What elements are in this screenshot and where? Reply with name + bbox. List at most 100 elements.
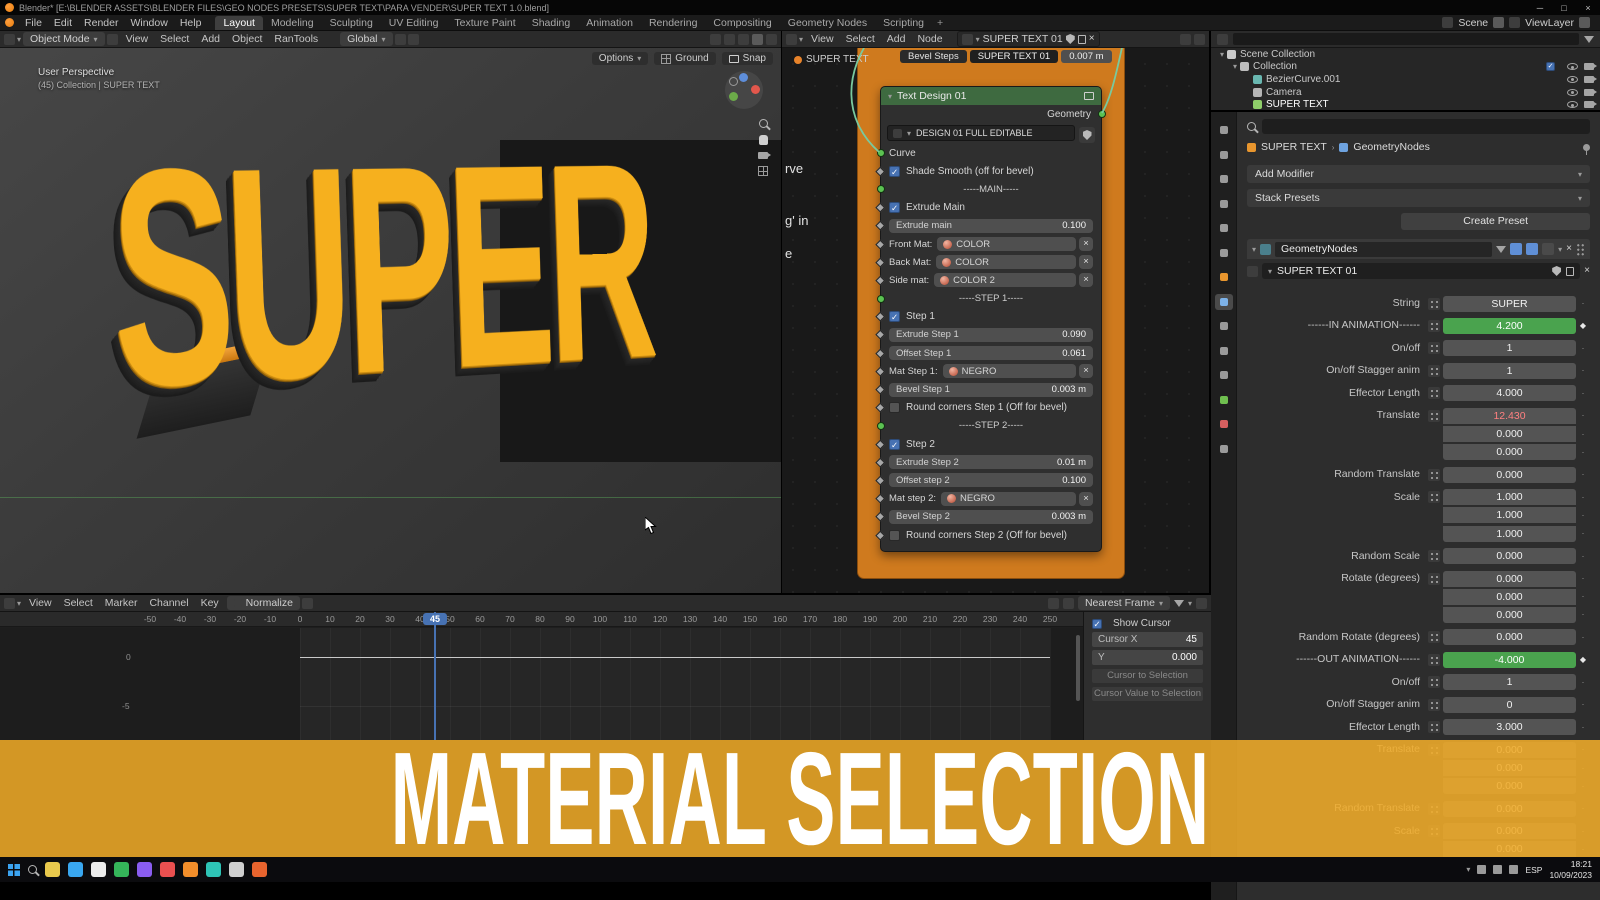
menu-node[interactable]: Node (911, 33, 948, 45)
realtime-toggle[interactable] (1526, 243, 1539, 255)
cursor-value-to-selection-button[interactable]: Cursor Value to Selection (1092, 687, 1203, 701)
fake-user-icon[interactable] (1552, 266, 1562, 276)
property-value-field[interactable]: 0.000 (1443, 444, 1576, 461)
attribute-toggle-icon[interactable] (1428, 387, 1440, 400)
outliner[interactable]: ▾ Scene Collection ▾ Collection ✓ BezierCurve… (1211, 31, 1600, 111)
text-object-3d[interactable]: SUPER (106, 105, 655, 453)
network-icon[interactable] (1477, 865, 1487, 874)
menu-help[interactable]: Help (174, 17, 208, 29)
property-value-field[interactable]: 0.000 (1443, 588, 1576, 605)
render-visibility-icon[interactable] (1584, 88, 1597, 96)
overlay-icon[interactable] (1196, 597, 1207, 609)
outliner-row-camera[interactable]: Camera (1211, 86, 1600, 99)
ground-button[interactable]: Ground (654, 52, 716, 65)
tool-icon[interactable] (106, 33, 118, 45)
properties-tab-render[interactable] (1215, 147, 1233, 163)
taskbar-app-icon[interactable] (206, 862, 221, 877)
snap-magnet-icon[interactable] (1062, 597, 1074, 609)
show-cursor-checkbox[interactable]: ✓ (1092, 618, 1102, 629)
remove-material-button[interactable]: × (1079, 273, 1093, 288)
taskbar-app-icon[interactable] (252, 862, 267, 877)
keyframe-decorator[interactable]: · (1576, 507, 1590, 524)
keyframe-decorator[interactable]: · (1576, 696, 1590, 713)
blender-menu-icon[interactable] (5, 18, 14, 27)
input-socket[interactable] (876, 294, 885, 303)
axis-neg-handle[interactable] (729, 77, 738, 86)
taskbar-app-icon[interactable] (183, 862, 198, 877)
delete-modifier-button[interactable]: × (1566, 244, 1572, 254)
node-row-step-1[interactable]: ✓ Step 1 (875, 308, 1101, 326)
attribute-toggle-icon[interactable] (1428, 653, 1440, 666)
keyframe-decorator[interactable]: · (1576, 340, 1590, 357)
modifier-header[interactable]: ▾ GeometryNodes ▾ × (1247, 239, 1590, 259)
property-value-field[interactable]: 1.000 (1443, 489, 1576, 506)
keyframe-decorator[interactable]: · (1576, 426, 1590, 443)
taskbar-app-icon[interactable] (68, 862, 83, 877)
snap-mode-dropdown[interactable]: Nearest Frame ▾ (1077, 596, 1170, 610)
workspace-tab-rendering[interactable]: Rendering (641, 16, 705, 30)
checkbox[interactable] (889, 529, 900, 541)
value-field[interactable]: Extrude Step 1 0.090 (889, 327, 1093, 342)
new-view-layer-button[interactable] (1579, 17, 1590, 28)
proportional-edit-icon[interactable] (1047, 597, 1059, 609)
checkbox[interactable] (889, 402, 900, 414)
menu-edit[interactable]: Edit (48, 17, 78, 29)
selectable-checkbox[interactable]: ✓ (1546, 62, 1555, 72)
node-row-round-corners-step-2-off-for-bevel[interactable]: Round corners Step 2 (Off for bevel) (875, 526, 1101, 544)
material-selector[interactable]: NEGRO (941, 491, 1076, 506)
current-frame-indicator[interactable]: 45 (423, 613, 447, 625)
clipped-node-group[interactable]: SUPER TEXT 01 (969, 50, 1059, 63)
workspace-tab-shading[interactable]: Shading (524, 16, 579, 30)
workspace-tab-compositing[interactable]: Compositing (705, 16, 779, 30)
text-design-node[interactable]: ▾ Text Design 01 Geometry ▾ DESIGN 01 FU… (875, 86, 1106, 552)
scene-name[interactable]: Scene (1458, 17, 1488, 29)
value-field[interactable]: Offset step 2 0.100 (889, 473, 1093, 488)
property-value-field[interactable]: 1.000 (1443, 507, 1576, 524)
keyframe-decorator[interactable]: · (1576, 606, 1590, 623)
node-row-side-mat[interactable]: Side mat: COLOR 2 × (875, 271, 1101, 289)
material-selector[interactable]: COLOR (936, 255, 1076, 270)
remove-material-button[interactable]: × (1079, 364, 1093, 379)
properties-tab-modifiers[interactable] (1214, 293, 1233, 310)
attribute-toggle-icon[interactable] (1428, 468, 1440, 481)
add-modifier-button[interactable]: Add Modifier ▾ (1247, 165, 1590, 183)
node-row-offset-step-1[interactable]: Offset Step 1 0.061 (875, 344, 1101, 362)
maximize-button[interactable]: □ (1552, 3, 1576, 13)
node-row-front-mat[interactable]: Front Mat: COLOR × (875, 235, 1101, 253)
fake-user-button[interactable] (1079, 127, 1095, 143)
node-row-extrude-step-2[interactable]: Extrude Step 2 0.01 m (875, 453, 1101, 471)
attribute-toggle-icon[interactable] (1428, 342, 1440, 355)
node-row-step-2[interactable]: ✓ Step 2 (875, 435, 1101, 453)
breadcrumb-label[interactable]: SUPER TEXT (806, 54, 869, 65)
graph-area[interactable]: 0 -5 (0, 628, 1083, 740)
keyframe-decorator[interactable]: · (1576, 362, 1590, 379)
pan-icon[interactable] (758, 135, 768, 145)
expand-arrow-icon[interactable]: ▾ (1230, 62, 1240, 71)
menu-render[interactable]: Render (78, 17, 124, 29)
keyframe-decorator[interactable]: · (1576, 444, 1590, 461)
keyframe-decorator[interactable]: · (1576, 548, 1590, 565)
collapse-arrow-icon[interactable]: ▾ (1252, 245, 1256, 254)
stack-presets-button[interactable]: Stack Presets ▾ (1247, 189, 1590, 207)
workspace-tab-geometry-nodes[interactable]: Geometry Nodes (780, 16, 875, 30)
copy-icon[interactable] (1077, 34, 1086, 44)
clock[interactable]: 18:21 10/09/2023 (1549, 859, 1592, 879)
cursor-x-field[interactable]: Cursor X 45 (1092, 632, 1203, 647)
vertical-scrollbar[interactable] (1076, 635, 1080, 701)
menu-view[interactable]: View (23, 597, 58, 609)
filter-icon[interactable] (1496, 245, 1507, 253)
property-value-field[interactable]: 0.000 (1443, 426, 1576, 443)
node-row-bevel-step-2[interactable]: Bevel Step 2 0.003 m (875, 508, 1101, 526)
pin-icon[interactable] (1583, 143, 1590, 155)
view-layer-name[interactable]: ViewLayer (1525, 17, 1574, 29)
checkbox[interactable]: ✓ (889, 202, 900, 214)
properties-tab-constraints[interactable] (1215, 367, 1233, 383)
property-value-field[interactable]: 4.200 (1443, 317, 1576, 334)
expand-arrow-icon[interactable]: ▾ (1217, 50, 1227, 59)
node-row-mat-step-2[interactable]: Mat step 2: NEGRO × (875, 490, 1101, 508)
material-selector[interactable]: COLOR (937, 237, 1076, 252)
keyframe-decorator[interactable]: · (1576, 570, 1590, 587)
xray-icon[interactable] (724, 33, 735, 45)
input-socket[interactable] (876, 149, 885, 158)
keyframe-decorator[interactable]: · (1576, 525, 1590, 542)
